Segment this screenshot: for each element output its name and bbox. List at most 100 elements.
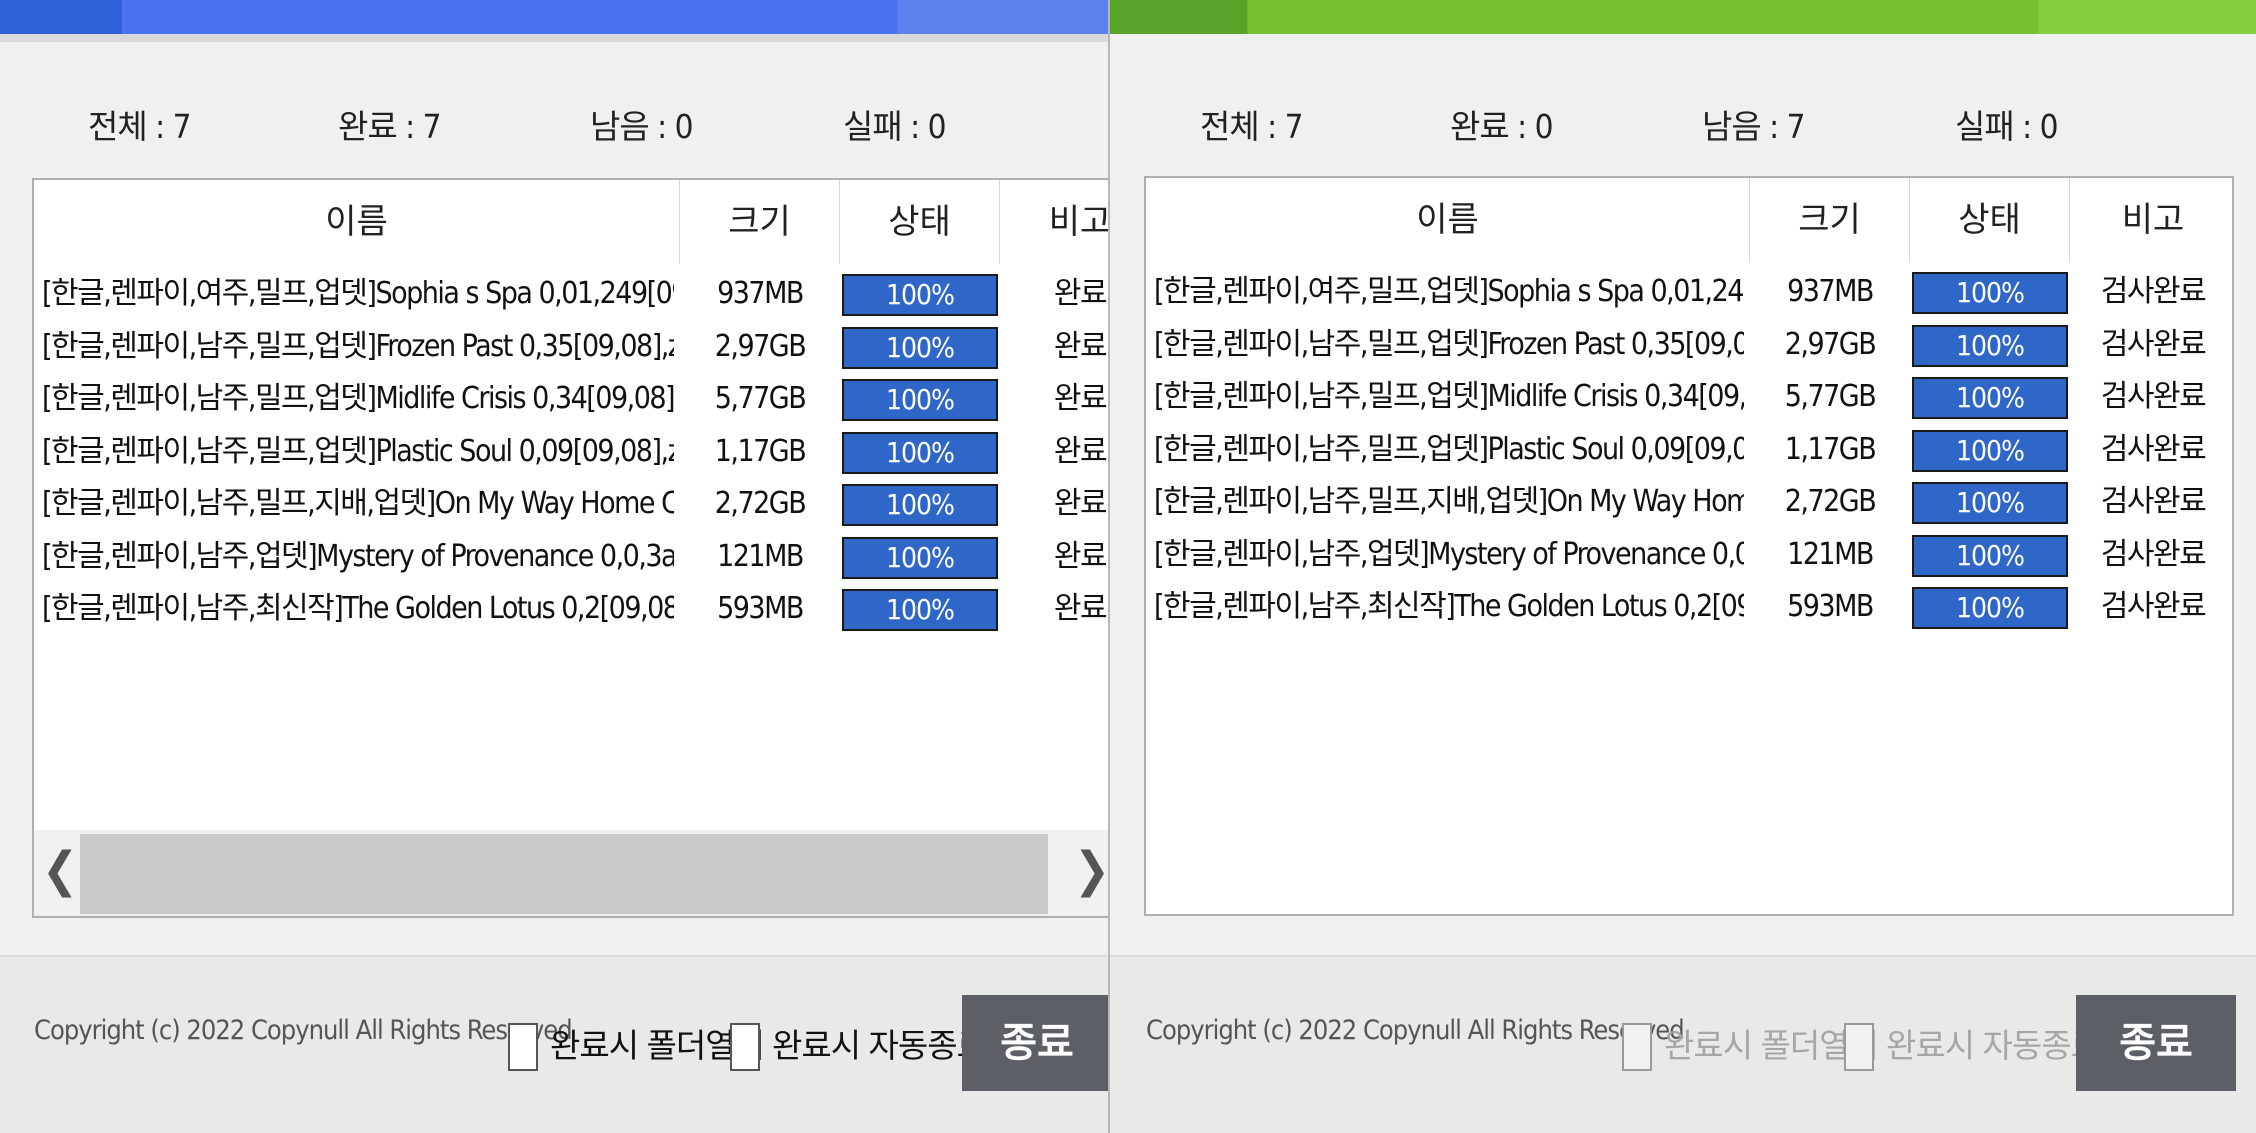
file-name: [한글,렌파이,남주,밀프,지배,업뎃]On My Way Home Ch,1 … [1154, 484, 1744, 519]
stat-remaining: 남음 : 7 [1702, 107, 1805, 146]
progress-bar: 100% [1912, 429, 2068, 472]
file-size: 1,17GB [714, 433, 807, 469]
open-folder-checkbox[interactable] [1622, 1023, 1652, 1071]
note-text: 검사완료 [2100, 484, 2207, 519]
note-text: 완료 [1053, 276, 1108, 311]
stat-total: 전체 : 7 [1200, 107, 1303, 146]
file-name: [한글,렌파이,남주,밀프,업뎃]Midlife Crisis 0,34[09,… [1154, 379, 1744, 414]
progress-bar: 100% [842, 274, 998, 316]
copyright-text: Copyright (c) 2022 Copynull All Rights R… [1146, 1015, 1685, 1046]
extract-window-left: 전체 : 7 완료 : 7 남음 : 0 실패 : 0 이름 크기 상태 비고 … [0, 0, 1108, 1133]
table-row[interactable]: [한글,렌파이,남주,밀프,지배,업뎃]On My Way Home Ch,1 … [1146, 476, 2232, 528]
file-size: 5,77GB [714, 381, 807, 416]
column-header-size[interactable]: 크기 [680, 180, 840, 264]
file-name: [한글,렌파이,여주,밀프,업뎃]Sophia s Spa 0,01,249[0… [1154, 274, 1744, 309]
stat-done: 완료 : 0 [1450, 107, 1553, 146]
progress-bar: 100% [1912, 482, 2068, 524]
note-text: 검사완료 [2100, 274, 2207, 309]
note-text: 완료 [1053, 591, 1108, 626]
file-name: [한글,렌파이,여주,밀프,업뎃]Sophia s Spa 0,01,249[0… [42, 276, 674, 311]
file-size: 593MB [1787, 589, 1874, 624]
scrollbar-thumb[interactable] [80, 834, 1048, 914]
file-size: 2,97GB [1784, 326, 1877, 362]
close-button[interactable]: 종료 [962, 995, 1108, 1091]
file-name: [한글,렌파이,남주,업뎃]Mystery of Provenance 0,0,… [1154, 536, 1744, 572]
table-row[interactable]: [한글,렌파이,남주,밀프,업뎃]Midlife Crisis 0,34[09,… [34, 373, 1108, 425]
file-list[interactable]: 이름 크기 상태 비고 [한글,렌파이,여주,밀프,업뎃]Sophia s Sp… [32, 178, 1108, 918]
table-row[interactable]: [한글,렌파이,남주,밀프,지배,업뎃]On My Way Home Ch,1 … [34, 478, 1108, 530]
file-size: 2,97GB [714, 328, 807, 364]
stat-total: 전체 : 7 [88, 107, 191, 146]
table-row[interactable]: [한글,렌파이,남주,업뎃]Mystery of Provenance 0,0,… [1146, 529, 2232, 581]
auto-exit-label[interactable]: 완료시 자동종료 [772, 1019, 987, 1067]
open-folder-checkbox[interactable] [508, 1023, 538, 1071]
note-text: 완료 [1053, 433, 1108, 469]
note-text: 완료 [1053, 328, 1108, 364]
close-button[interactable]: 종료 [2076, 995, 2236, 1091]
file-name: [한글,렌파이,남주,밀프,업뎃]Frozen Past 0,35[09,08]… [1154, 326, 1744, 362]
auto-exit-checkbox[interactable] [730, 1023, 760, 1071]
column-header-name[interactable]: 이름 [1146, 178, 1750, 262]
progress-bar: 100% [1912, 272, 2068, 314]
note-text: 검사완료 [2100, 589, 2207, 624]
progress-bar: 100% [842, 431, 998, 474]
file-name: [한글,렌파이,남주,밀프,업뎃]Plastic Soul 0,09[09,08… [42, 433, 674, 469]
stat-failed: 실패 : 0 [843, 107, 946, 146]
note-text: 검사완료 [2100, 379, 2207, 414]
column-header-name[interactable]: 이름 [34, 180, 680, 264]
table-row[interactable]: [한글,렌파이,남주,밀프,업뎃]Plastic Soul 0,09[09,08… [34, 426, 1108, 478]
table-row[interactable]: [한글,렌파이,남주,최신작]The Golden Lotus 0,2[09,0… [1146, 581, 2232, 633]
progress-bar: 100% [842, 484, 998, 526]
progress-bar: 100% [842, 589, 998, 631]
file-size: 5,77GB [1784, 379, 1877, 414]
extract-window-right: 전체 : 7 완료 : 0 남음 : 7 실패 : 0 이름 크기 상태 비고 … [1110, 0, 2256, 1133]
note-text: 완료 [1053, 486, 1108, 521]
file-name: [한글,렌파이,남주,밀프,업뎃]Frozen Past 0,35[09,08]… [42, 328, 674, 364]
column-header-note[interactable]: 비고 [2070, 178, 2232, 262]
progress-bar: 100% [842, 326, 998, 369]
stat-remaining: 남음 : 0 [590, 107, 693, 146]
footer: Copyright (c) 2022 Copynull All Rights R… [0, 955, 1108, 1133]
column-header-note[interactable]: 비고 [1000, 180, 1108, 264]
file-list[interactable]: 이름 크기 상태 비고 [한글,렌파이,여주,밀프,업뎃]Sophia s Sp… [1144, 176, 2234, 916]
table-row[interactable]: [한글,렌파이,여주,밀프,업뎃]Sophia s Spa 0,01,249[0… [34, 268, 1108, 320]
stat-done: 완료 : 7 [338, 107, 441, 146]
note-text: 검사완료 [2100, 431, 2207, 467]
chevron-left-icon[interactable]: ❮ [42, 842, 78, 898]
file-name: [한글,렌파이,남주,최신작]The Golden Lotus 0,2[09,0… [42, 591, 674, 626]
auto-exit-label[interactable]: 완료시 자동종료 [1886, 1019, 2101, 1067]
file-size: 937MB [717, 276, 804, 311]
file-size: 593MB [717, 591, 804, 626]
stat-failed: 실패 : 0 [1955, 107, 2058, 146]
column-header-status[interactable]: 상태 [1910, 178, 2070, 262]
column-header-status[interactable]: 상태 [840, 180, 1000, 264]
auto-exit-checkbox[interactable] [1844, 1023, 1874, 1071]
progress-bar: 100% [1912, 587, 2068, 629]
horizontal-scrollbar[interactable]: ❮ ❯ [34, 830, 1108, 916]
title-bar [1110, 0, 2256, 34]
summary-stats: 전체 : 7 완료 : 7 남음 : 0 실패 : 0 [0, 100, 1108, 150]
table-row[interactable]: [한글,렌파이,여주,밀프,업뎃]Sophia s Spa 0,01,249[0… [1146, 266, 2232, 318]
file-name: [한글,렌파이,남주,밀프,지배,업뎃]On My Way Home Ch,1 … [42, 486, 674, 521]
summary-stats: 전체 : 7 완료 : 0 남음 : 7 실패 : 0 [1110, 100, 2256, 150]
note-text: 검사완료 [2100, 536, 2207, 572]
note-text: 검사완료 [2100, 326, 2207, 362]
progress-bar: 100% [1912, 377, 2068, 419]
table-row[interactable]: [한글,렌파이,남주,밀프,업뎃]Frozen Past 0,35[09,08]… [1146, 319, 2232, 371]
file-name: [한글,렌파이,남주,밀프,업뎃]Plastic Soul 0,09[09,08… [1154, 431, 1744, 467]
file-size: 1,17GB [1784, 431, 1877, 467]
file-name: [한글,렌파이,남주,업뎃]Mystery of Provenance 0,0,… [42, 538, 674, 574]
title-bar [0, 0, 1108, 42]
table-row[interactable]: [한글,렌파이,남주,밀프,업뎃]Frozen Past 0,35[09,08]… [34, 321, 1108, 373]
table-row[interactable]: [한글,렌파이,남주,밀프,업뎃]Plastic Soul 0,09[09,08… [1146, 424, 2232, 476]
file-size: 2,72GB [1784, 484, 1877, 519]
footer: Copyright (c) 2022 Copynull All Rights R… [1110, 955, 2256, 1133]
chevron-right-icon[interactable]: ❯ [1074, 842, 1108, 898]
column-header-size[interactable]: 크기 [1750, 178, 1910, 262]
progress-bar: 100% [842, 379, 998, 421]
file-name: [한글,렌파이,남주,밀프,업뎃]Midlife Crisis 0,34[09,… [42, 381, 674, 416]
progress-bar: 100% [1912, 534, 2068, 577]
table-row[interactable]: [한글,렌파이,남주,최신작]The Golden Lotus 0,2[09,0… [34, 583, 1108, 635]
table-row[interactable]: [한글,렌파이,남주,업뎃]Mystery of Provenance 0,0,… [34, 531, 1108, 583]
table-row[interactable]: [한글,렌파이,남주,밀프,업뎃]Midlife Crisis 0,34[09,… [1146, 371, 2232, 423]
